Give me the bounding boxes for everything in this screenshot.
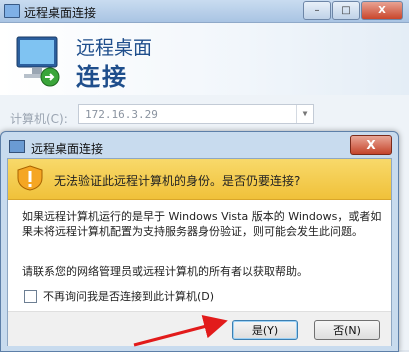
dialog-title: 远程桌面连接 xyxy=(31,142,104,156)
dialog-body-text: 如果远程计算机运行的是早于 Windows Vista 版本的 Windows，… xyxy=(22,210,382,238)
rdc-banner: 远程桌面 连接 xyxy=(0,23,409,95)
dialog-footer: 是(Y) 否(N) xyxy=(8,311,391,346)
chevron-down-icon[interactable]: ▼ xyxy=(296,105,313,123)
minimize-button[interactable]: – xyxy=(303,1,331,20)
banner-title-line1: 远程桌面 xyxy=(76,37,153,59)
maximize-button[interactable]: □ xyxy=(332,1,360,20)
warning-message: 无法验证此远程计算机的身份。是否仍要连接? xyxy=(54,174,301,188)
rdc-titlebar: 远程桌面连接 – □ X xyxy=(0,0,409,23)
dialog-app-icon xyxy=(9,140,25,153)
computer-combobox[interactable]: 172.16.3.29 ▼ xyxy=(78,104,314,124)
dialog-close-button[interactable]: X xyxy=(350,135,392,155)
dialog-titlebar: 远程桌面连接 X xyxy=(1,132,398,158)
shield-warning-icon xyxy=(17,165,43,191)
security-warning-dialog: 远程桌面连接 X 无法验证此远程计算机的身份。是否仍要连接? 如果远程计算机运行… xyxy=(0,131,399,352)
computer-value: 172.16.3.29 xyxy=(85,108,158,121)
dialog-content: 无法验证此远程计算机的身份。是否仍要连接? 如果远程计算机运行的是早于 Wind… xyxy=(7,158,392,346)
monitor-icon xyxy=(16,36,60,87)
dialog-help-text: 请联系您的网络管理员或远程计算机的所有者以获取帮助。 xyxy=(22,265,308,278)
dont-ask-checkbox[interactable] xyxy=(24,289,37,303)
close-button[interactable]: X xyxy=(361,1,403,20)
window-controls: – □ X xyxy=(302,1,403,20)
banner-title-line2: 连接 xyxy=(76,63,128,91)
computer-label: 计算机(C): xyxy=(10,112,68,126)
dont-ask-option[interactable]: 不再询问我是否连接到此计算机(D) xyxy=(24,288,214,304)
rdc-app-icon xyxy=(4,4,20,18)
no-button[interactable]: 否(N) xyxy=(314,320,380,340)
warning-bar: 无法验证此远程计算机的身份。是否仍要连接? xyxy=(8,159,391,200)
dont-ask-label[interactable]: 不再询问我是否连接到此计算机(D) xyxy=(43,288,214,304)
rdc-window-title: 远程桌面连接 xyxy=(24,6,97,20)
yes-button[interactable]: 是(Y) xyxy=(232,320,298,340)
